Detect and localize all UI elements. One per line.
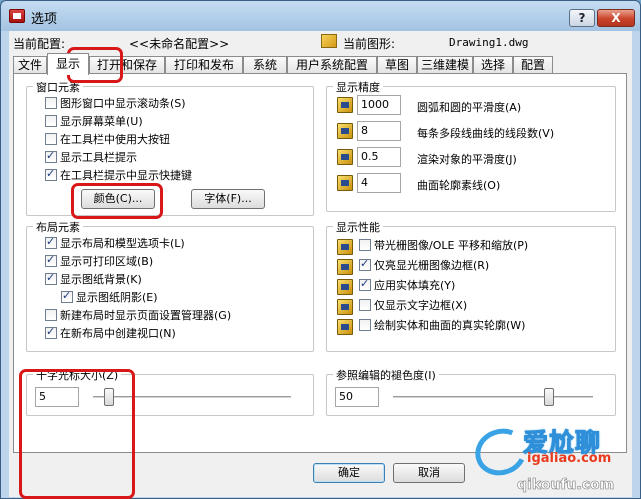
checkbox-box[interactable]	[45, 97, 57, 109]
display-performance-group: 显示性能 带光栅图像/OLE 平移和缩放(P) 仅亮显光栅图像边框(R) 应用实…	[326, 219, 616, 352]
checkbox-box[interactable]	[45, 271, 57, 285]
checkbox-box[interactable]	[359, 239, 371, 251]
drawing-saved-icon	[337, 123, 353, 139]
current-drawing-value: Drawing1.dwg	[449, 36, 529, 49]
xref-fading-input[interactable]: 50	[335, 387, 379, 407]
current-config-value: <<未命名配置>>	[129, 37, 230, 51]
display-resolution-group: 显示精度 1000 圆弧和圆的平滑度(A) 8 每条多段线曲线的线段数(V) 0…	[326, 79, 616, 212]
drawing-file-icon	[321, 34, 337, 48]
window-elements-title: 窗口元素	[33, 79, 83, 95]
crosshair-size-title: 十字光标大小(Z)	[33, 367, 122, 383]
contour-lines-label: 曲面轮廓素线(O)	[417, 179, 501, 192]
checkbox-solid-fill[interactable]: 应用实体填充(Y)	[359, 277, 455, 295]
arc-smoothness-input[interactable]: 1000	[357, 95, 401, 115]
current-drawing-label: 当前图形:	[343, 37, 396, 51]
options-dialog: 选项 ? X 当前配置: <<未命名配置>> 当前图形: Drawing1.dw…	[0, 0, 641, 499]
checkbox-box[interactable]	[45, 133, 57, 145]
checkbox-scrollbars[interactable]: 图形窗口中显示滚动条(S)	[45, 97, 186, 113]
layout-elements-group: 布局元素 显示布局和模型选项卡(L) 显示可打印区域(B) 显示图纸背景(K) …	[26, 219, 314, 352]
render-smoothness-input[interactable]: 0.5	[357, 147, 401, 167]
crosshair-slider-thumb[interactable]	[104, 388, 114, 406]
checkbox-tooltip-shortcuts[interactable]: 在工具栏提示中显示快捷键	[45, 167, 192, 185]
contour-lines-input[interactable]: 4	[357, 173, 401, 193]
checkbox-layout-model-tabs[interactable]: 显示布局和模型选项卡(L)	[45, 235, 185, 253]
display-tab-panel: 窗口元素 图形窗口中显示滚动条(S) 显示屏幕菜单(U) 在工具栏中使用大按钮 …	[13, 73, 627, 453]
fonts-button[interactable]: 字体(F)...	[191, 189, 265, 209]
checkbox-create-viewport[interactable]: 在新布局中创建视口(N)	[45, 325, 176, 343]
cancel-button[interactable]: 取消	[393, 463, 465, 483]
checkbox-box[interactable]	[45, 253, 57, 267]
window-title: 选项	[31, 12, 58, 27]
tab-display[interactable]: 显示	[47, 53, 89, 75]
checkbox-box[interactable]	[359, 257, 371, 271]
crosshair-size-group: 十字光标大小(Z) 5	[26, 367, 314, 416]
dialog-content: 当前配置: <<未命名配置>> 当前图形: Drawing1.dwg 文件 显示…	[9, 31, 632, 497]
tab-selection[interactable]: 选择	[473, 56, 513, 74]
ok-button[interactable]: 确定	[313, 463, 385, 483]
checkbox-box[interactable]	[45, 235, 57, 249]
xref-fading-title: 参照编辑的褪色度(I)	[333, 367, 439, 383]
checkbox-box[interactable]	[45, 325, 57, 339]
layout-elements-title: 布局元素	[33, 219, 83, 235]
title-bar[interactable]: 选项 ? X	[1, 1, 640, 31]
checkbox-true-silhouettes[interactable]: 绘制实体和曲面的真实轮廓(W)	[359, 319, 525, 335]
arc-smoothness-label: 圆弧和圆的平滑度(A)	[417, 101, 522, 114]
drawing-saved-icon	[337, 149, 353, 165]
colors-button[interactable]: 颜色(C)...	[81, 189, 155, 209]
current-config-label: 当前配置:	[13, 37, 66, 51]
xref-fading-slider-track[interactable]	[393, 396, 593, 399]
checkbox-large-buttons[interactable]: 在工具栏中使用大按钮	[45, 133, 170, 149]
crosshair-size-input[interactable]: 5	[35, 387, 79, 407]
checkbox-page-setup-manager[interactable]: 新建布局时显示页面设置管理器(G)	[45, 309, 231, 325]
checkbox-box[interactable]	[45, 149, 57, 163]
tab-profiles[interactable]: 配置	[513, 56, 553, 74]
drawing-saved-icon	[337, 239, 353, 255]
checkbox-box[interactable]	[359, 277, 371, 291]
tab-strip: 文件 显示 打开和保存 打印和发布 系统 用户系统配置 草图 三维建模 选择 配…	[13, 53, 628, 75]
checkbox-raster-pan-zoom[interactable]: 带光栅图像/OLE 平移和缩放(P)	[359, 239, 528, 255]
checkbox-raster-frame-only[interactable]: 仅亮显光栅图像边框(R)	[359, 257, 489, 275]
checkbox-box[interactable]	[45, 309, 57, 321]
checkbox-paper-shadow[interactable]: 显示图纸阴影(E)	[61, 289, 158, 307]
display-resolution-title: 显示精度	[333, 79, 383, 95]
tab-open-save[interactable]: 打开和保存	[89, 56, 165, 74]
xref-fading-slider-thumb[interactable]	[543, 388, 554, 406]
drawing-saved-icon	[337, 175, 353, 191]
checkbox-printable-area[interactable]: 显示可打印区域(B)	[45, 253, 153, 271]
help-button[interactable]: ?	[569, 9, 595, 27]
autocad-app-icon	[9, 9, 25, 23]
checkbox-text-boundary[interactable]: 仅显示文字边框(X)	[359, 299, 467, 315]
window-elements-group: 窗口元素 图形窗口中显示滚动条(S) 显示屏幕菜单(U) 在工具栏中使用大按钮 …	[26, 79, 314, 216]
checkbox-box[interactable]	[45, 167, 57, 181]
display-performance-title: 显示性能	[333, 219, 383, 235]
tab-3d-modeling[interactable]: 三维建模	[417, 56, 473, 74]
checkbox-box[interactable]	[61, 289, 73, 303]
xref-fading-group: 参照编辑的褪色度(I) 50	[326, 367, 616, 416]
drawing-saved-icon	[337, 299, 353, 315]
checkbox-box[interactable]	[359, 319, 371, 331]
drawing-saved-icon	[337, 259, 353, 275]
tab-drafting[interactable]: 草图	[377, 56, 417, 74]
drawing-saved-icon	[337, 97, 353, 113]
checkbox-show-tooltips[interactable]: 显示工具栏提示	[45, 149, 137, 167]
tab-system[interactable]: 系统	[243, 56, 287, 74]
drawing-saved-icon	[337, 279, 353, 295]
tab-user-preferences[interactable]: 用户系统配置	[287, 56, 377, 74]
render-smoothness-label: 渲染对象的平滑度(J)	[417, 153, 517, 166]
polyline-segments-input[interactable]: 8	[357, 121, 401, 141]
tab-files[interactable]: 文件	[13, 56, 47, 74]
tab-plot-publish[interactable]: 打印和发布	[165, 56, 243, 74]
checkbox-box[interactable]	[359, 299, 371, 311]
polyline-segments-label: 每条多段线曲线的线段数(V)	[417, 127, 555, 140]
checkbox-screen-menu[interactable]: 显示屏幕菜单(U)	[45, 115, 143, 131]
close-button[interactable]: X	[597, 9, 635, 27]
checkbox-box[interactable]	[45, 115, 57, 127]
drawing-saved-icon	[337, 319, 353, 335]
checkbox-paper-background[interactable]: 显示图纸背景(K)	[45, 271, 142, 289]
crosshair-slider-track[interactable]	[93, 396, 291, 399]
